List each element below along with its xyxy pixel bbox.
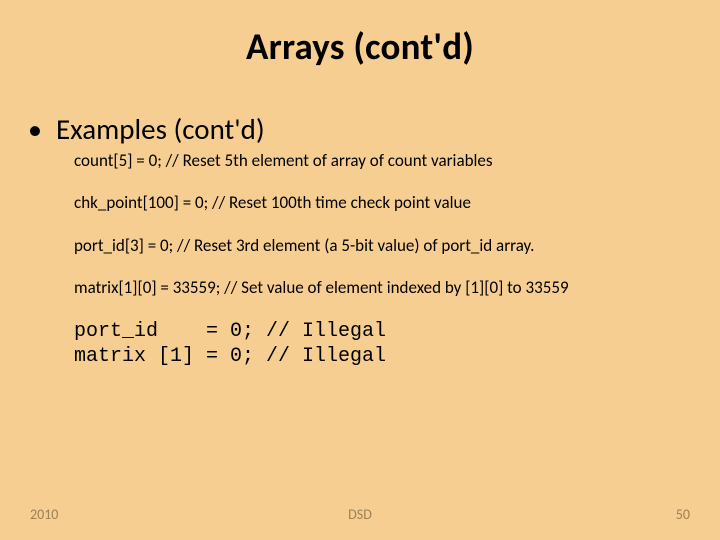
- example-line: port_id[3] = 0; // Reset 3rd element (a …: [74, 236, 692, 256]
- examples-block: count[5] = 0; // Reset 5th element of ar…: [28, 147, 692, 369]
- footer-page-number: 50: [676, 506, 690, 523]
- example-line: chk_point[100] = 0; // Reset 100th time …: [74, 193, 692, 213]
- slide: Arrays (cont'd) • Examples (cont'd) coun…: [0, 0, 720, 540]
- subhead-text: Examples (cont'd): [56, 111, 265, 147]
- example-line: matrix[1][0] = 33559; // Set value of el…: [74, 278, 692, 298]
- bullet-icon: •: [28, 112, 56, 147]
- slide-title: Arrays (cont'd): [0, 0, 720, 69]
- footer: 2010 DSD 50: [0, 506, 720, 526]
- example-line: count[5] = 0; // Reset 5th element of ar…: [74, 151, 692, 171]
- illegal-code-block: port_id = 0; // Illegal matrix [1] = 0; …: [74, 319, 692, 369]
- subhead-row: • Examples (cont'd): [28, 111, 692, 147]
- content-area: • Examples (cont'd) count[5] = 0; // Res…: [0, 69, 720, 369]
- footer-center: DSD: [0, 506, 720, 523]
